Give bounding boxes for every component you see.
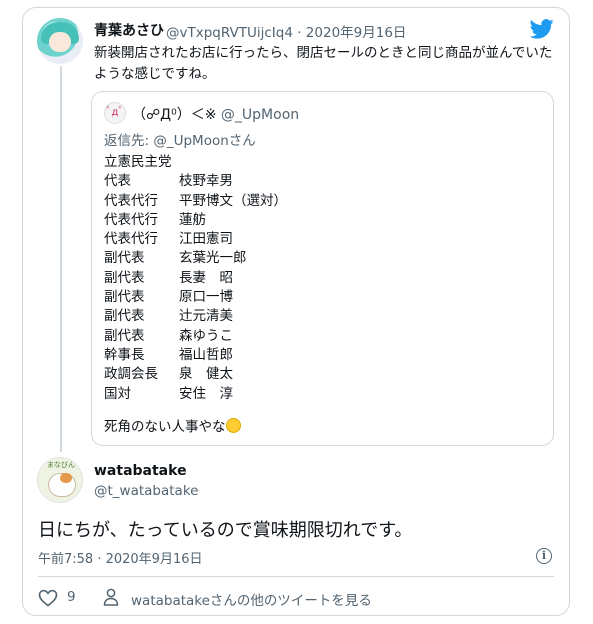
role-label: 副代表: [104, 289, 145, 306]
quoted-text-line: 代表代行 平野博文（選対）: [104, 192, 287, 211]
role-label: 代表: [104, 173, 131, 190]
author-handle-date[interactable]: @vTxpqRVTUijcIq4 · 2020年9月16日: [166, 21, 406, 41]
person-name: 原口一博: [179, 289, 233, 306]
person-name: 辻元清美: [179, 308, 233, 325]
quoted-text-line: 政調会長 泉 健太: [104, 365, 287, 384]
quoted-text-lines: 立憲民主党 代表 枝野幸男 代表代行 平野博文（選対） 代表代行 蓮舫 代表代行 江田憲司 副代表…: [104, 153, 287, 404]
quoted-footer-text: 死角のない人事やな: [104, 419, 226, 435]
quoted-text-line: 副代表 原口一博: [104, 288, 287, 307]
role-label: 代表代行: [104, 192, 158, 209]
person-name: 泉 健太: [179, 366, 233, 383]
person-name: 玄葉光一郎: [179, 250, 247, 267]
tweet-text: 新装開店されたお店に行ったら、閉店セールのときと同じ商品が並んでいたような感じで…: [94, 45, 553, 82]
quoted-footer: 死角のない人事やな: [104, 415, 241, 435]
author-avatar[interactable]: [37, 18, 83, 64]
quoted-tweet[interactable]: ﾟдﾟ （☍Д⁰）＜※ @_UpMoon 返信先: @_UpMoonさん 立憲民…: [91, 91, 554, 446]
quoted-author-avatar[interactable]: ﾟдﾟ: [104, 102, 126, 124]
divider: [38, 576, 554, 577]
cat-patch-shape: [60, 473, 72, 483]
quoted-author-handle: @_UpMoon: [220, 107, 300, 123]
person-name: 江田憲司: [179, 231, 233, 248]
quoted-text-line: 幹事長 福山哲郎: [104, 346, 287, 365]
avatar-face-shape: [49, 32, 71, 52]
avatar-caption: まなびん: [47, 461, 75, 469]
quoted-text-line: 副代表 森ゆうこ: [104, 327, 287, 346]
role-label: 代表代行: [104, 231, 158, 248]
info-icon[interactable]: i: [536, 548, 552, 564]
person-name: 平野博文（選対）: [179, 192, 287, 209]
role-label: 国対: [104, 385, 131, 402]
role-label: 副代表: [104, 250, 145, 267]
reply-timestamp[interactable]: 午前7:58 · 2020年9月16日: [38, 548, 203, 567]
quoted-text-line: 副代表 玄葉光一郎: [104, 249, 287, 268]
person-name: 森ゆうこ: [179, 327, 233, 344]
reply-author-handle[interactable]: @t_watabatake: [94, 483, 198, 499]
role-label: 幹事長: [104, 346, 145, 363]
role-label: 政調会長: [104, 366, 158, 383]
quoted-text-line: 副代表 辻元清美: [104, 307, 287, 326]
person-name: 長妻 昭: [179, 269, 233, 286]
reply-author-avatar[interactable]: まなびん: [37, 457, 83, 503]
reply-author-name[interactable]: watabatake: [94, 463, 187, 479]
quoted-text-line: 代表代行 蓮舫: [104, 211, 287, 230]
role-label: 立憲民主党: [104, 154, 172, 170]
twitter-bird-icon[interactable]: [530, 19, 554, 39]
reply-text: 日にちが、たっているので賞味期限切れです。: [38, 520, 413, 541]
role-label: 副代表: [104, 269, 145, 286]
reply-to-label: 返信先: @_UpMoonさん: [104, 133, 256, 149]
quoted-author-line: （☍Д⁰）＜※ @_UpMoon: [132, 104, 299, 124]
person-name: 蓮舫: [179, 211, 206, 228]
role-label: 代表代行: [104, 211, 158, 228]
person-name: 枝野幸男: [179, 173, 233, 190]
heart-icon[interactable]: [38, 589, 58, 607]
thread-connector-line: [60, 66, 62, 452]
quoted-text-line: 副代表 長妻 昭: [104, 269, 287, 288]
quoted-text-line: 代表 枝野幸男: [104, 172, 287, 191]
role-label: 副代表: [104, 327, 145, 344]
role-label: 副代表: [104, 308, 145, 325]
like-count[interactable]: 9: [67, 589, 76, 605]
rolling-laughing-emoji-icon: [225, 418, 241, 433]
more-tweets-link[interactable]: watabatakeさんの他のツイートを見る: [131, 589, 372, 609]
person-icon[interactable]: [103, 588, 119, 606]
person-name: 福山哲郎: [179, 346, 233, 363]
quoted-text-line: 国対 安住 淳: [104, 385, 287, 404]
quoted-text-line: 代表代行 江田憲司: [104, 230, 287, 249]
quoted-text-line: 立憲民主党: [104, 153, 287, 172]
person-name: 安住 淳: [179, 385, 233, 402]
quoted-author-name: （☍Д⁰）＜※: [132, 107, 217, 123]
author-name[interactable]: 青葉あさひ: [94, 20, 164, 40]
